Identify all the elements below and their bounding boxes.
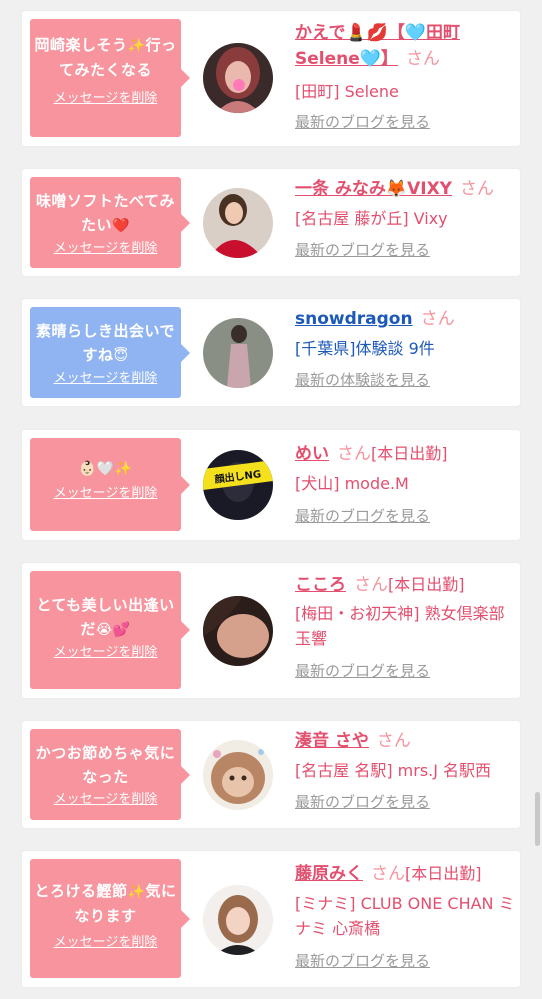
message-bubble: 岡崎楽しそう✨行ってみたくなる メッセージを削除 <box>30 19 190 137</box>
delete-message-link[interactable]: メッセージを削除 <box>34 934 177 952</box>
message-card: 👶🏻🤍✨ メッセージを削除 顔出しNG めい さん[本日出勤] [犬山] mode… <box>22 430 520 540</box>
honorific: さん <box>420 309 455 329</box>
latest-blog-link[interactable]: 最新のブログを見る <box>295 240 517 260</box>
avatar[interactable] <box>203 188 273 258</box>
honorific: さん <box>405 49 440 69</box>
message-card: 岡崎楽しそう✨行ってみたくなる メッセージを削除 かえで💄💋【🩵田町Selene… <box>22 11 520 146</box>
message-text: とても美しい出逢いだ😭💕 <box>36 596 175 638</box>
honorific: さん <box>371 864 405 884</box>
message-text: とろける鰹節✨気になります <box>34 882 177 925</box>
profile-info: めい さん[本日出勤] [犬山] mode.M 最新のブログを見る <box>295 441 517 526</box>
shop-name: [犬山] mode.M <box>295 474 409 493</box>
latest-blog-link[interactable]: 最新のブログを見る <box>295 112 517 132</box>
delete-message-link[interactable]: メッセージを削除 <box>34 370 177 388</box>
profile-name-link[interactable]: 藤原みく <box>295 864 363 884</box>
shop-name: [梅田・お初天神] 熟女倶楽部 玉響 <box>295 604 505 648</box>
message-text: 味噌ソフトたべてみたい❤️ <box>36 192 175 234</box>
status-badge: [本日出勤] <box>405 864 482 883</box>
message-list: 岡崎楽しそう✨行ってみたくなる メッセージを削除 かえで💄💋【🩵田町Selene… <box>0 0 542 999</box>
profile-info: snowdragon さん [千葉県]体験談 9件 最新の体験談を見る <box>295 306 517 390</box>
message-card: とろける鰹節✨気になります メッセージを削除 藤原みく さん[本日出勤] [ミナミ… <box>22 851 520 987</box>
avatar[interactable] <box>203 318 273 388</box>
message-bubble: かつお節めちゃ気になった メッセージを削除 <box>30 729 190 820</box>
message-card: とても美しい出逢いだ😭💕 メッセージを削除 こころ さん[本日出勤] [梅田・お初… <box>22 563 520 698</box>
shop-name: [名古屋 名駅] mrs.J 名駅西 <box>295 761 492 780</box>
shop-name: [千葉県]体験談 9件 <box>295 339 435 358</box>
profile-name-link[interactable]: めい <box>295 444 329 464</box>
message-bubble: とても美しい出逢いだ😭💕 メッセージを削除 <box>30 571 190 689</box>
message-card: 素晴らしき出会いですね😇 メッセージを削除 snowdragon さん [千葉県]… <box>22 299 520 406</box>
message-text: かつお節めちゃ気になった <box>35 744 176 786</box>
avatar[interactable] <box>203 885 273 955</box>
message-text: 素晴らしき出会いですね😇 <box>35 322 176 364</box>
scrollbar[interactable] <box>535 792 540 846</box>
profile-info: かえで💄💋【🩵田町Selene🩵】 さん [田町] Selene 最新のブログを見… <box>295 20 517 132</box>
latest-blog-link[interactable]: 最新のブログを見る <box>295 506 517 526</box>
profile-name-link[interactable]: こころ <box>295 575 346 595</box>
latest-blog-link[interactable]: 最新のブログを見る <box>295 661 517 681</box>
message-card: 味噌ソフトたべてみたい❤️ メッセージを削除 一条 みなみ🦊VIXY さん [名古… <box>22 169 520 276</box>
profile-name-link[interactable]: 一条 みなみ🦊VIXY <box>295 179 452 199</box>
delete-message-link[interactable]: メッセージを削除 <box>34 90 177 108</box>
delete-message-link[interactable]: メッセージを削除 <box>34 644 177 662</box>
shop-name: [ミナミ] CLUB ONE CHAN ミナミ 心斎橋 <box>295 894 515 938</box>
profile-info: 藤原みく さん[本日出勤] [ミナミ] CLUB ONE CHAN ミナミ 心斎橋… <box>295 861 517 971</box>
delete-message-link[interactable]: メッセージを削除 <box>34 485 177 503</box>
latest-blog-link[interactable]: 最新のブログを見る <box>295 951 517 971</box>
profile-info: こころ さん[本日出勤] [梅田・お初天神] 熟女倶楽部 玉響 最新のブログを見る <box>295 572 517 681</box>
message-card: かつお節めちゃ気になった メッセージを削除 湊音 さや さん [名古屋 名駅] m… <box>22 721 520 828</box>
status-badge: [本日出勤] <box>371 444 448 463</box>
delete-message-link[interactable]: メッセージを削除 <box>34 791 177 809</box>
delete-message-link[interactable]: メッセージを削除 <box>34 240 177 258</box>
honorific: さん <box>376 731 411 751</box>
message-text: 岡崎楽しそう✨行ってみたくなる <box>34 36 177 79</box>
avatar[interactable] <box>203 43 273 113</box>
shop-name: [名古屋 藤が丘] Vixy <box>295 209 448 228</box>
message-bubble: 味噌ソフトたべてみたい❤️ メッセージを削除 <box>30 177 190 268</box>
shop-name: [田町] Selene <box>295 82 399 101</box>
status-badge: [本日出勤] <box>388 575 465 594</box>
avatar[interactable] <box>203 740 273 810</box>
avatar[interactable] <box>203 596 273 666</box>
profile-name-link[interactable]: snowdragon <box>295 309 413 329</box>
message-bubble: 👶🏻🤍✨ メッセージを削除 <box>30 438 190 531</box>
profile-info: 湊音 さや さん [名古屋 名駅] mrs.J 名駅西 最新のブログを見る <box>295 728 517 812</box>
avatar[interactable]: 顔出しNG <box>203 450 273 520</box>
honorific: さん <box>337 444 371 464</box>
message-bubble: 素晴らしき出会いですね😇 メッセージを削除 <box>30 307 190 398</box>
latest-blog-link[interactable]: 最新のブログを見る <box>295 792 517 812</box>
profile-name-link[interactable]: 湊音 さや <box>295 731 369 751</box>
honorific: さん <box>459 179 494 199</box>
profile-info: 一条 みなみ🦊VIXY さん [名古屋 藤が丘] Vixy 最新のブログを見る <box>295 176 517 260</box>
message-text: 👶🏻🤍✨ <box>78 461 133 477</box>
latest-report-link[interactable]: 最新の体験談を見る <box>295 370 517 390</box>
message-bubble: とろける鰹節✨気になります メッセージを削除 <box>30 859 190 978</box>
honorific: さん <box>354 575 388 595</box>
